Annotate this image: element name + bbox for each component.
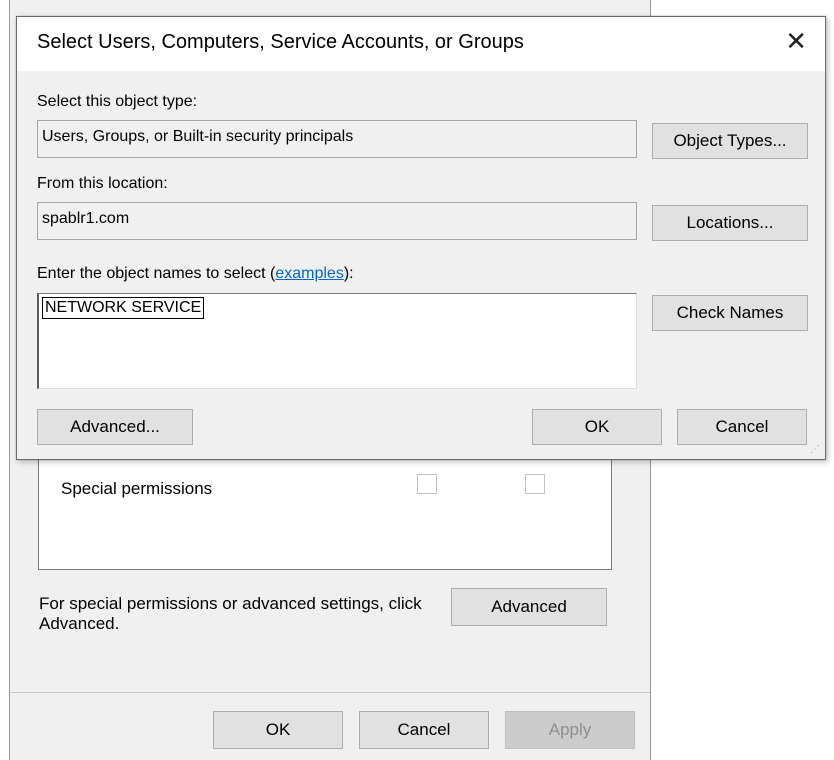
location-field: spablr1.com bbox=[37, 202, 637, 240]
object-names-label-prefix: Enter the object names to select ( bbox=[37, 265, 276, 282]
object-types-button[interactable]: Object Types... bbox=[652, 123, 808, 159]
advanced-note: For special permissions or advanced sett… bbox=[39, 594, 422, 633]
bg-cancel-button[interactable]: Cancel bbox=[359, 711, 489, 749]
object-type-label: Select this object type: bbox=[37, 93, 198, 110]
bg-apply-button: Apply bbox=[505, 711, 635, 749]
bg-advanced-button[interactable]: Advanced bbox=[451, 588, 607, 626]
close-icon[interactable]: ✕ bbox=[785, 27, 807, 55]
examples-link[interactable]: examples bbox=[275, 265, 343, 282]
permission-row-label: Special permissions bbox=[61, 479, 213, 498]
object-names-label-suffix: ): bbox=[343, 265, 354, 282]
object-names-label: Enter the object names to select (exampl… bbox=[37, 265, 354, 283]
object-type-field: Users, Groups, or Built-in security prin… bbox=[37, 120, 637, 158]
dialog-titlebar: Select Users, Computers, Service Account… bbox=[17, 17, 825, 71]
resolved-name[interactable]: NETWORK SERVICE bbox=[42, 297, 205, 319]
object-names-input[interactable]: NETWORK SERVICE bbox=[37, 293, 637, 389]
footer-divider bbox=[10, 692, 650, 693]
advanced-button[interactable]: Advanced... bbox=[37, 409, 193, 445]
bg-ok-button[interactable]: OK bbox=[213, 711, 343, 749]
dialog-title: Select Users, Computers, Service Account… bbox=[37, 31, 524, 53]
resize-grip-icon[interactable]: ⋰ bbox=[810, 444, 821, 455]
special-permissions-deny-checkbox[interactable] bbox=[525, 474, 545, 494]
select-users-dialog: Select Users, Computers, Service Account… bbox=[16, 16, 826, 460]
special-permissions-allow-checkbox[interactable] bbox=[417, 474, 437, 494]
location-label: From this location: bbox=[37, 175, 168, 192]
check-names-button[interactable]: Check Names bbox=[652, 295, 808, 331]
ok-button[interactable]: OK bbox=[532, 409, 662, 445]
cancel-button[interactable]: Cancel bbox=[677, 409, 807, 445]
locations-button[interactable]: Locations... bbox=[652, 205, 808, 241]
